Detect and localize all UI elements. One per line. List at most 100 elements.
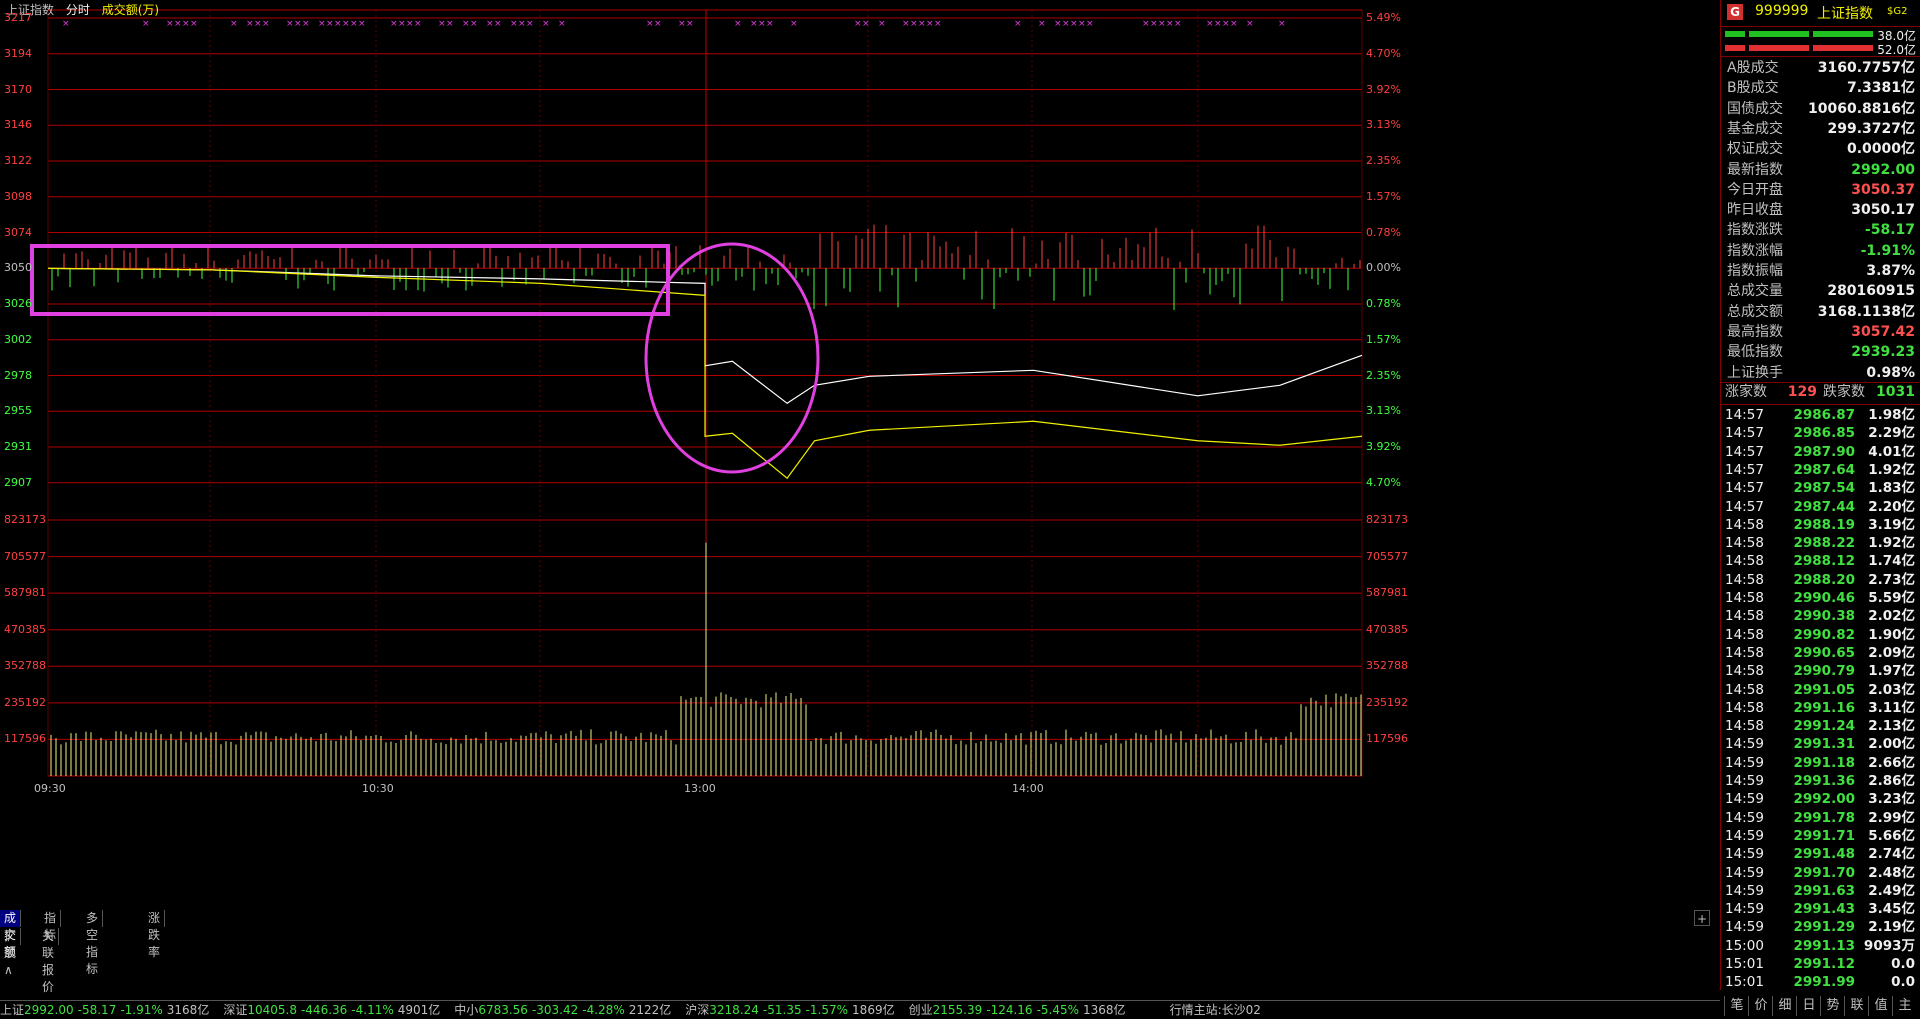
trade-row: 14:59 2991.70 2.48亿 — [1725, 864, 1917, 882]
signal-marker: × — [462, 19, 470, 29]
price-axis-label: 3194 — [4, 46, 32, 60]
trade-amount: 2.29亿 — [1868, 425, 1915, 442]
signal-marker: × — [142, 19, 150, 29]
signal-marker: × — [510, 19, 518, 29]
quote-row: 总成交量 280160915 — [1725, 281, 1917, 301]
quote-row: 权证成交 0.0000亿 — [1725, 139, 1917, 159]
trade-row: 14:58 2990.82 1.90亿 — [1725, 626, 1917, 644]
quote-panel-tab[interactable]: 主 — [1892, 996, 1917, 1016]
quote-row-value: 280160915 — [1827, 283, 1915, 300]
quote-row-value: 3050.17 — [1851, 202, 1915, 219]
trade-row: 14:58 2988.22 1.92亿 — [1725, 534, 1917, 552]
trade-time: 14:58 — [1725, 681, 1764, 698]
quote-panel-tab[interactable]: 价 — [1748, 996, 1773, 1016]
pct-axis-label: 3.13% — [1366, 118, 1401, 132]
extension-tab[interactable]: 关联报价 — [38, 928, 60, 994]
ticker-pct: -1.57% — [805, 1003, 849, 1017]
trade-price: 2990.82 — [1793, 626, 1856, 643]
ticker-item[interactable]: 中小6783.56 -303.42 -4.28% 2122亿 — [454, 1003, 681, 1017]
price-axis-label: 3074 — [4, 225, 32, 239]
breadth-up-value: 129 — [1787, 384, 1817, 400]
trade-amount: 1.97亿 — [1868, 663, 1915, 680]
ticker-item[interactable]: 创业2155.39 -124.16 -5.45% 1368亿 — [909, 1003, 1136, 1017]
signal-marker: × — [182, 19, 190, 29]
indicator-tab[interactable]: 成交额 — [0, 910, 22, 959]
extension-tab[interactable]: 扩展∧ — [0, 928, 22, 977]
signal-marker: × — [1150, 19, 1158, 29]
quote-panel-tab[interactable]: 细 — [1772, 996, 1797, 1016]
price-axis-label: 2955 — [4, 404, 32, 418]
trade-row: 14:58 2988.12 1.74亿 — [1725, 552, 1917, 570]
quote-row: 指数振幅 3.87% — [1725, 261, 1917, 281]
signal-marker: × — [318, 19, 326, 29]
trade-amount: 3.23亿 — [1868, 791, 1915, 808]
signal-marker: × — [334, 19, 342, 29]
intraday-chart-area[interactable]: × × × × × × × × × × × × × × × × × × × × × × × × × × × × × × × × × × × × × × × ×… — [0, 0, 1720, 906]
ticker-item[interactable]: 上证2992.00 -58.17 -1.91% 3168亿 — [0, 1003, 219, 1017]
time-axis-label: 14:00 — [1012, 782, 1044, 795]
ticker-amount: 2122亿 — [628, 1003, 672, 1017]
signal-marker: × — [302, 19, 310, 29]
trade-row: 14:57 2986.85 2.29亿 — [1725, 424, 1917, 442]
trade-price: 2991.18 — [1793, 754, 1856, 771]
volume-ratio-bar-green — [1725, 31, 1873, 37]
signal-marker: × — [902, 19, 910, 29]
trade-price: 2991.29 — [1793, 919, 1856, 936]
trade-time: 14:58 — [1725, 535, 1764, 552]
signal-marker: × — [878, 19, 886, 29]
trade-price: 2990.79 — [1793, 663, 1856, 680]
time-axis-label: 09:30 — [34, 782, 66, 795]
trade-row: 14:59 2991.63 2.49亿 — [1725, 882, 1917, 900]
quote-row: 最高指数 3057.42 — [1725, 322, 1917, 342]
pct-axis-label: 2.35% — [1366, 154, 1401, 167]
trade-row: 14:57 2987.90 4.01亿 — [1725, 443, 1917, 461]
pct-axis-label: 4.70% — [1366, 46, 1401, 60]
trade-time: 14:58 — [1725, 608, 1764, 625]
trade-row: 14:58 2990.46 5.59亿 — [1725, 589, 1917, 607]
ticker-pct: -1.91% — [120, 1003, 163, 1017]
quote-row-value: 3160.7757亿 — [1817, 60, 1915, 76]
ticker-item[interactable]: 沪深3218.24 -51.35 -1.57% 1869亿 — [685, 1003, 904, 1017]
quote-row: 指数涨跌 -58.17 — [1725, 220, 1917, 240]
trade-time: 14:58 — [1725, 699, 1764, 716]
server-status: 行情主站:长沙02 — [1169, 1003, 1261, 1017]
trade-time: 14:58 — [1725, 553, 1764, 570]
signal-marker: × — [190, 19, 198, 29]
quote-row-label: 上证换手 — [1727, 364, 1783, 381]
trade-price: 2988.12 — [1793, 553, 1856, 570]
trade-time: 14:58 — [1725, 718, 1764, 735]
indicator-tab[interactable]: 涨跌率 — [144, 910, 166, 959]
trade-price: 2991.13 — [1793, 937, 1856, 954]
trade-time: 14:58 — [1725, 516, 1764, 533]
signal-marker: × — [1054, 19, 1062, 29]
intraday-chart-svg[interactable]: × × × × × × × × × × × × × × × × × × × × × × × × × × × × × × × × × × × × × × × ×… — [0, 0, 1720, 906]
pct-axis-label: 5.49% — [1366, 11, 1401, 24]
indicator-tab[interactable]: 指标 — [40, 910, 62, 942]
ticker-pct: -4.28% — [582, 1003, 625, 1017]
signal-marker: × — [390, 19, 398, 29]
zoom-in-button[interactable]: + — [1694, 910, 1710, 926]
trade-amount: 5.66亿 — [1868, 827, 1915, 844]
trade-amount: 2.00亿 — [1868, 736, 1915, 753]
ticker-item[interactable]: 深证10405.8 -446.36 -4.11% 4901亿 — [223, 1003, 450, 1017]
quote-panel-tab[interactable]: 势 — [1820, 996, 1845, 1016]
signal-marker: × — [1078, 19, 1086, 29]
indicator-tab[interactable]: 多空指标 — [82, 910, 104, 976]
quote-badge: G — [1727, 4, 1743, 20]
breadth-down-label: 跌家数 — [1823, 384, 1865, 400]
quote-row: 昨日收盘 3050.17 — [1725, 200, 1917, 220]
quote-panel-tab[interactable]: 值 — [1868, 996, 1893, 1016]
signal-marker: × — [62, 19, 70, 29]
quote-panel-tab[interactable]: 日 — [1796, 996, 1821, 1016]
trade-amount: 3.11亿 — [1868, 699, 1915, 716]
trade-time: 14:58 — [1725, 626, 1764, 643]
ticker-name: 上证 — [0, 1003, 25, 1017]
volume-axis-label-right: 705577 — [1366, 549, 1408, 563]
quote-row-label: 基金成交 — [1727, 120, 1783, 137]
trade-price: 2991.16 — [1793, 699, 1856, 716]
trade-price: 2991.78 — [1793, 809, 1856, 826]
volume-axis-label-right: 823173 — [1366, 513, 1408, 526]
quote-panel-tab[interactable]: 笔 — [1724, 996, 1749, 1016]
quote-panel-tab[interactable]: 联 — [1844, 996, 1869, 1016]
time-axis-label: 10:30 — [362, 782, 394, 795]
